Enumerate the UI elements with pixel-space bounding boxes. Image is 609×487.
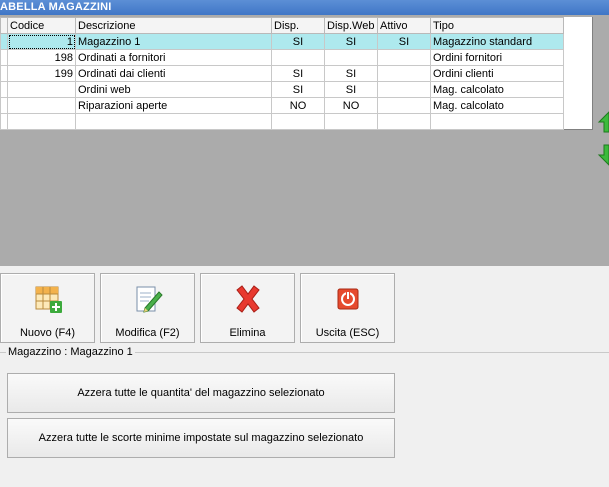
column-header-disp-web[interactable]: Disp.Web xyxy=(324,17,378,34)
cell-attivo[interactable] xyxy=(377,49,431,66)
reset-minimum-stock-button[interactable]: Azzera tutte le scorte minime impostate … xyxy=(7,418,395,458)
row-indicator xyxy=(0,81,8,98)
row-indicator-header xyxy=(0,17,8,34)
new-button[interactable]: Nuovo (F4) xyxy=(0,273,95,343)
row-indicator xyxy=(0,113,8,130)
cell-attivo[interactable] xyxy=(377,65,431,82)
power-icon xyxy=(337,288,358,310)
new-button-label: Nuovo (F4) xyxy=(19,327,76,339)
cell-attivo[interactable]: SI xyxy=(377,33,431,50)
cell-disp[interactable]: SI xyxy=(271,65,325,82)
cell-descrizione[interactable]: Ordinati dai clienti xyxy=(75,65,272,82)
table-header-row: Codice Descrizione Disp. Disp.Web Attivo… xyxy=(0,17,564,34)
cell-disp-web[interactable]: NO xyxy=(324,97,378,114)
table-row[interactable]: 1 Magazzino 1 SI SI SI Magazzino standar… xyxy=(0,33,564,50)
cell-disp-web[interactable] xyxy=(324,49,378,66)
cell-descrizione[interactable]: Riparazioni aperte xyxy=(75,97,272,114)
move-down-arrow-icon[interactable] xyxy=(597,143,609,167)
cell-descrizione[interactable]: Ordini web xyxy=(75,81,272,98)
cell-descrizione[interactable]: Ordinati a fornitori xyxy=(75,49,272,66)
cell-empty[interactable] xyxy=(75,113,272,130)
cell-tipo[interactable]: Ordini clienti xyxy=(430,65,564,82)
warehouse-table[interactable]: Codice Descrizione Disp. Disp.Web Attivo… xyxy=(0,17,593,130)
cell-tipo[interactable]: Ordini fornitori xyxy=(430,49,564,66)
cell-tipo[interactable]: Magazzino standard xyxy=(430,33,564,50)
cell-codice[interactable] xyxy=(7,81,76,98)
row-indicator xyxy=(0,33,8,50)
cell-codice[interactable]: 1 xyxy=(7,33,76,50)
cell-empty[interactable] xyxy=(377,113,431,130)
cell-empty[interactable] xyxy=(324,113,378,130)
delete-button-label: Elimina xyxy=(229,327,266,339)
cell-tipo[interactable]: Mag. calcolato xyxy=(430,97,564,114)
cell-codice[interactable] xyxy=(7,97,76,114)
exit-button-label: Uscita (ESC) xyxy=(315,327,380,339)
delete-x-icon xyxy=(235,285,260,313)
cell-disp[interactable]: SI xyxy=(271,33,325,50)
table-row[interactable]: Riparazioni aperte NO NO Mag. calcolato xyxy=(0,97,564,114)
reset-quantities-button[interactable]: Azzera tutte le quantita' del magazzino … xyxy=(7,373,395,413)
cell-disp-web[interactable]: SI xyxy=(324,65,378,82)
edit-document-icon xyxy=(136,286,163,313)
grid-area: Codice Descrizione Disp. Disp.Web Attivo… xyxy=(0,15,609,266)
cell-attivo[interactable] xyxy=(377,97,431,114)
new-grid-icon xyxy=(35,286,62,313)
move-up-arrow-icon[interactable] xyxy=(597,110,609,134)
cell-disp[interactable]: SI xyxy=(271,81,325,98)
cell-empty[interactable] xyxy=(271,113,325,130)
cell-empty[interactable] xyxy=(7,113,76,130)
cell-attivo[interactable] xyxy=(377,81,431,98)
column-header-descrizione[interactable]: Descrizione xyxy=(75,17,272,34)
table-row[interactable]: 199 Ordinati dai clienti SI SI Ordini cl… xyxy=(0,65,564,82)
row-indicator xyxy=(0,97,8,114)
cell-empty[interactable] xyxy=(430,113,564,130)
table-row-empty[interactable] xyxy=(0,113,564,130)
cell-disp-web[interactable]: SI xyxy=(324,81,378,98)
column-header-attivo[interactable]: Attivo xyxy=(377,17,431,34)
cell-descrizione[interactable]: Magazzino 1 xyxy=(75,33,272,50)
exit-button[interactable]: Uscita (ESC) xyxy=(300,273,395,343)
row-indicator xyxy=(0,65,8,82)
window-title: ABELLA MAGAZZINI xyxy=(0,0,609,15)
selected-warehouse-label: Magazzino : Magazzino 1 xyxy=(6,346,135,358)
column-header-codice[interactable]: Codice xyxy=(7,17,76,34)
column-header-tipo[interactable]: Tipo xyxy=(430,17,564,34)
table-row[interactable]: 198 Ordinati a fornitori Ordini fornitor… xyxy=(0,49,564,66)
edit-button[interactable]: Modifica (F2) xyxy=(100,273,195,343)
cell-codice[interactable]: 198 xyxy=(7,49,76,66)
row-indicator xyxy=(0,49,8,66)
edit-button-label: Modifica (F2) xyxy=(115,327,180,339)
cell-disp[interactable]: NO xyxy=(271,97,325,114)
column-header-disp[interactable]: Disp. xyxy=(271,17,325,34)
cell-disp-web[interactable]: SI xyxy=(324,33,378,50)
cell-disp[interactable] xyxy=(271,49,325,66)
cell-codice[interactable]: 199 xyxy=(7,65,76,82)
delete-button[interactable]: Elimina xyxy=(200,273,295,343)
cell-tipo[interactable]: Mag. calcolato xyxy=(430,81,564,98)
table-row[interactable]: Ordini web SI SI Mag. calcolato xyxy=(0,81,564,98)
